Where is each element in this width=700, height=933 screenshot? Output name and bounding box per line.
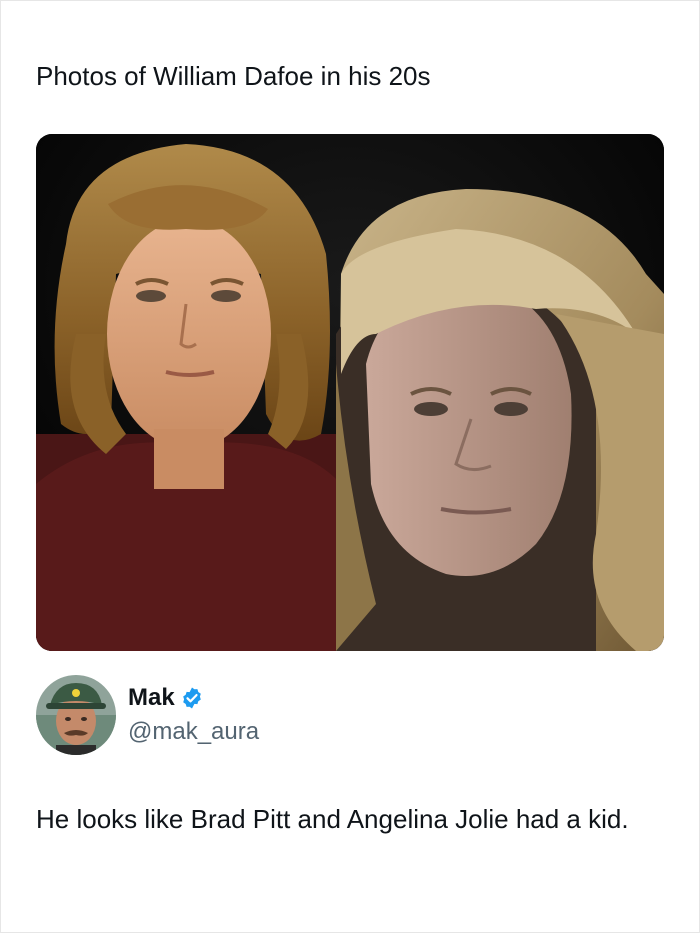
- left-portrait: [36, 144, 346, 651]
- user-handle[interactable]: @mak_aura: [128, 718, 259, 746]
- verified-badge-icon: [180, 686, 204, 710]
- photo-collage: [36, 134, 664, 651]
- reply-text: He looks like Brad Pitt and Angelina Jol…: [36, 804, 629, 834]
- reply-author: Mak @mak_aura: [36, 674, 664, 758]
- avatar[interactable]: [36, 675, 116, 755]
- right-portrait: [336, 189, 664, 651]
- display-name[interactable]: Mak: [128, 684, 175, 712]
- name-row: Mak: [128, 683, 204, 713]
- profile-avatar-icon: [36, 675, 116, 755]
- post-media-image[interactable]: [36, 134, 664, 651]
- post-caption: Photos of William Dafoe in his 20s: [36, 61, 431, 91]
